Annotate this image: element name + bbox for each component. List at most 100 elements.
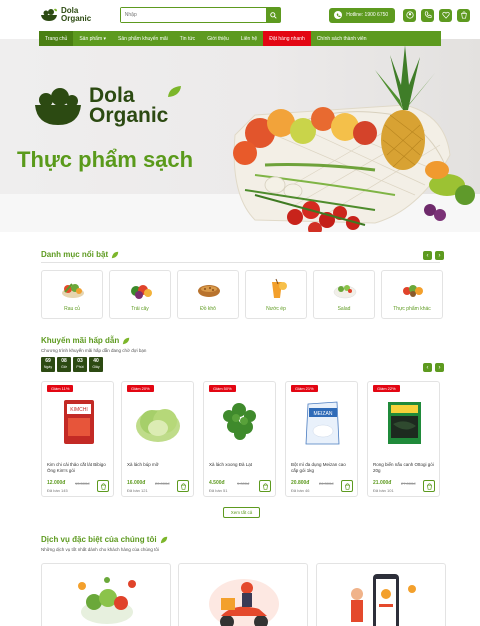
product-old-price: 13.500đ	[75, 480, 90, 486]
discount-badge: Giảm 22%	[373, 385, 400, 392]
leaf-icon	[111, 251, 119, 258]
hotline-button[interactable]: Hotline: 1900 6750	[329, 7, 395, 23]
nav-news[interactable]: Tin tức	[174, 31, 201, 46]
category-card-dry-food[interactable]: Đồ khô	[177, 270, 239, 319]
nav-home[interactable]: Trang chủ	[39, 31, 74, 46]
juice-icon	[272, 278, 287, 298]
product-name[interactable]: Kim chi cải thảo cắt lát Bibigo Ông Kim'…	[47, 462, 109, 474]
leaf-icon	[168, 86, 182, 97]
service-card-online-order[interactable]	[316, 563, 446, 626]
nav-quick-order[interactable]: Đặt hàng nhanh	[263, 31, 311, 46]
product-card[interactable]: Giảm 11% KIMCHI Kim chi cải thảo cắt lát…	[41, 381, 114, 497]
flour-product-image: MEIZAN	[305, 401, 340, 445]
product-card[interactable]: Giảm 50% Xà lách xoong Đà Lạt 4.500đ 9.0…	[203, 381, 276, 497]
vegetables-icon	[62, 283, 84, 298]
promo-arrows: ‹ ›	[423, 363, 444, 372]
fruits-icon	[131, 285, 152, 299]
prev-arrow-button[interactable]: ‹	[423, 251, 432, 260]
add-to-cart-button[interactable]	[259, 480, 271, 492]
cart-icon	[262, 482, 268, 490]
account-icon[interactable]	[403, 8, 416, 22]
product-name[interactable]: Xà lách xoong Đà Lạt	[209, 462, 271, 474]
category-card-juice[interactable]: Nước ép	[245, 270, 307, 319]
main-nav: Trang chủ Sản phẩm ▾ Sản phẩm khuyến mãi…	[39, 31, 441, 46]
other-food-icon	[403, 285, 423, 297]
categories-arrows: ‹ ›	[423, 251, 444, 260]
product-old-price: 27.000đ	[401, 480, 416, 486]
site-header: Dola Organic Hotline: 1900 6750	[0, 0, 480, 30]
product-sold-count: Đã bán 145	[47, 488, 68, 493]
product-sold-count: Đã bán 46	[291, 488, 310, 493]
product-name[interactable]: Rong biển nấu canh Ottogi gói 20g	[373, 462, 435, 474]
online-order-illustration	[351, 574, 416, 626]
category-card-vegetables[interactable]: Rau củ	[41, 270, 103, 319]
hero-banner[interactable]: Dola Organic Thực phẩm sạch	[0, 39, 480, 232]
product-name[interactable]: Bột mì đa dụng Meizan cao cấp gói 1kg	[291, 462, 353, 474]
countdown-seconds: 40 Giây	[89, 357, 103, 372]
hero-brand-line1: Dola	[89, 84, 135, 107]
service-card-fresh-food[interactable]	[41, 563, 171, 626]
product-card[interactable]: Giảm 22% Rong biển nấu canh Ottogi gói 2…	[367, 381, 440, 497]
logo-line2: Organic	[61, 14, 92, 23]
delivery-scooter-illustration	[209, 579, 279, 626]
product-sold-count: Đã bán 51	[209, 488, 228, 493]
nav-member-policy[interactable]: Chính sách thành viên	[311, 31, 373, 46]
category-card-other-food[interactable]: Thực phẩm khác	[381, 270, 443, 319]
add-to-cart-button[interactable]	[341, 480, 353, 492]
cart-icon	[100, 482, 106, 490]
search-button[interactable]	[266, 8, 281, 22]
dry-food-icon	[198, 285, 220, 297]
cart-icon[interactable]	[457, 8, 470, 22]
category-label: Rau củ	[64, 306, 80, 312]
lettuce-product-image	[136, 409, 180, 442]
product-name[interactable]: Xà lách búp mỡ	[127, 462, 189, 474]
promo-title: Khuyến mãi hấp dẫn	[41, 336, 130, 345]
category-card-fruits[interactable]: Trái cây	[109, 270, 171, 319]
countdown-timer: 69 Ngày 08 Giờ 03 Phút 40 Giây	[41, 357, 103, 372]
discount-badge: Giảm 21%	[291, 385, 318, 392]
cart-icon	[344, 482, 350, 490]
promo-title-text: Khuyến mãi hấp dẫn	[41, 336, 120, 345]
kimchi-product-image: KIMCHI	[64, 400, 94, 444]
cart-icon	[180, 482, 186, 490]
hero-brand-line2: Organic	[89, 104, 169, 127]
nav-promo-products[interactable]: Sản phẩm khuyến mãi	[112, 31, 174, 46]
prev-arrow-button[interactable]: ‹	[423, 363, 432, 372]
bowl-logo-icon	[35, 88, 81, 125]
discount-badge: Giảm 50%	[209, 385, 236, 392]
nav-contact[interactable]: Liên hệ	[235, 31, 263, 46]
heart-icon[interactable]	[439, 8, 452, 22]
add-to-cart-button[interactable]	[97, 480, 109, 492]
category-label: Trái cây	[131, 306, 149, 312]
nav-products[interactable]: Sản phẩm ▾	[73, 31, 112, 46]
categories-title: Danh mục nổi bật	[41, 250, 119, 259]
product-price: 16.000đ	[127, 480, 146, 486]
categories-title-text: Danh mục nổi bật	[41, 250, 109, 259]
bowl-logo-icon	[41, 8, 57, 21]
product-price: 12.000đ	[47, 480, 66, 486]
site-logo[interactable]: Dola Organic	[40, 7, 106, 23]
next-arrow-button[interactable]: ›	[435, 251, 444, 260]
next-arrow-button[interactable]: ›	[435, 363, 444, 372]
nav-about[interactable]: Giới thiệu	[201, 31, 235, 46]
view-all-button[interactable]: Xem tất cả	[223, 507, 260, 518]
product-card[interactable]: Giảm 21% MEIZAN Bột mì đa dụng Meizan ca…	[285, 381, 358, 497]
hero-brand-logo: Dola Organic	[33, 85, 182, 127]
header-icons	[403, 8, 470, 22]
category-card-salad[interactable]: Salad	[313, 270, 375, 319]
add-to-cart-button[interactable]	[177, 480, 189, 492]
category-label: Đồ khô	[200, 306, 216, 312]
phone-icon	[334, 11, 343, 19]
search-icon	[269, 11, 277, 19]
product-price: 20.800đ	[291, 480, 310, 486]
service-card-delivery[interactable]	[178, 563, 308, 626]
product-card[interactable]: Giảm 20% Xà lách búp mỡ 16.000đ 20.000đ …	[121, 381, 194, 497]
phone-icon[interactable]	[421, 8, 434, 22]
countdown-days: 69 Ngày	[41, 357, 55, 372]
add-to-cart-button[interactable]	[423, 480, 435, 492]
countdown-hours: 08 Giờ	[57, 357, 71, 372]
watercress-product-image	[223, 403, 256, 440]
salad-icon	[333, 285, 357, 299]
search-input[interactable]	[120, 8, 267, 22]
seaweed-product-image	[388, 402, 421, 444]
